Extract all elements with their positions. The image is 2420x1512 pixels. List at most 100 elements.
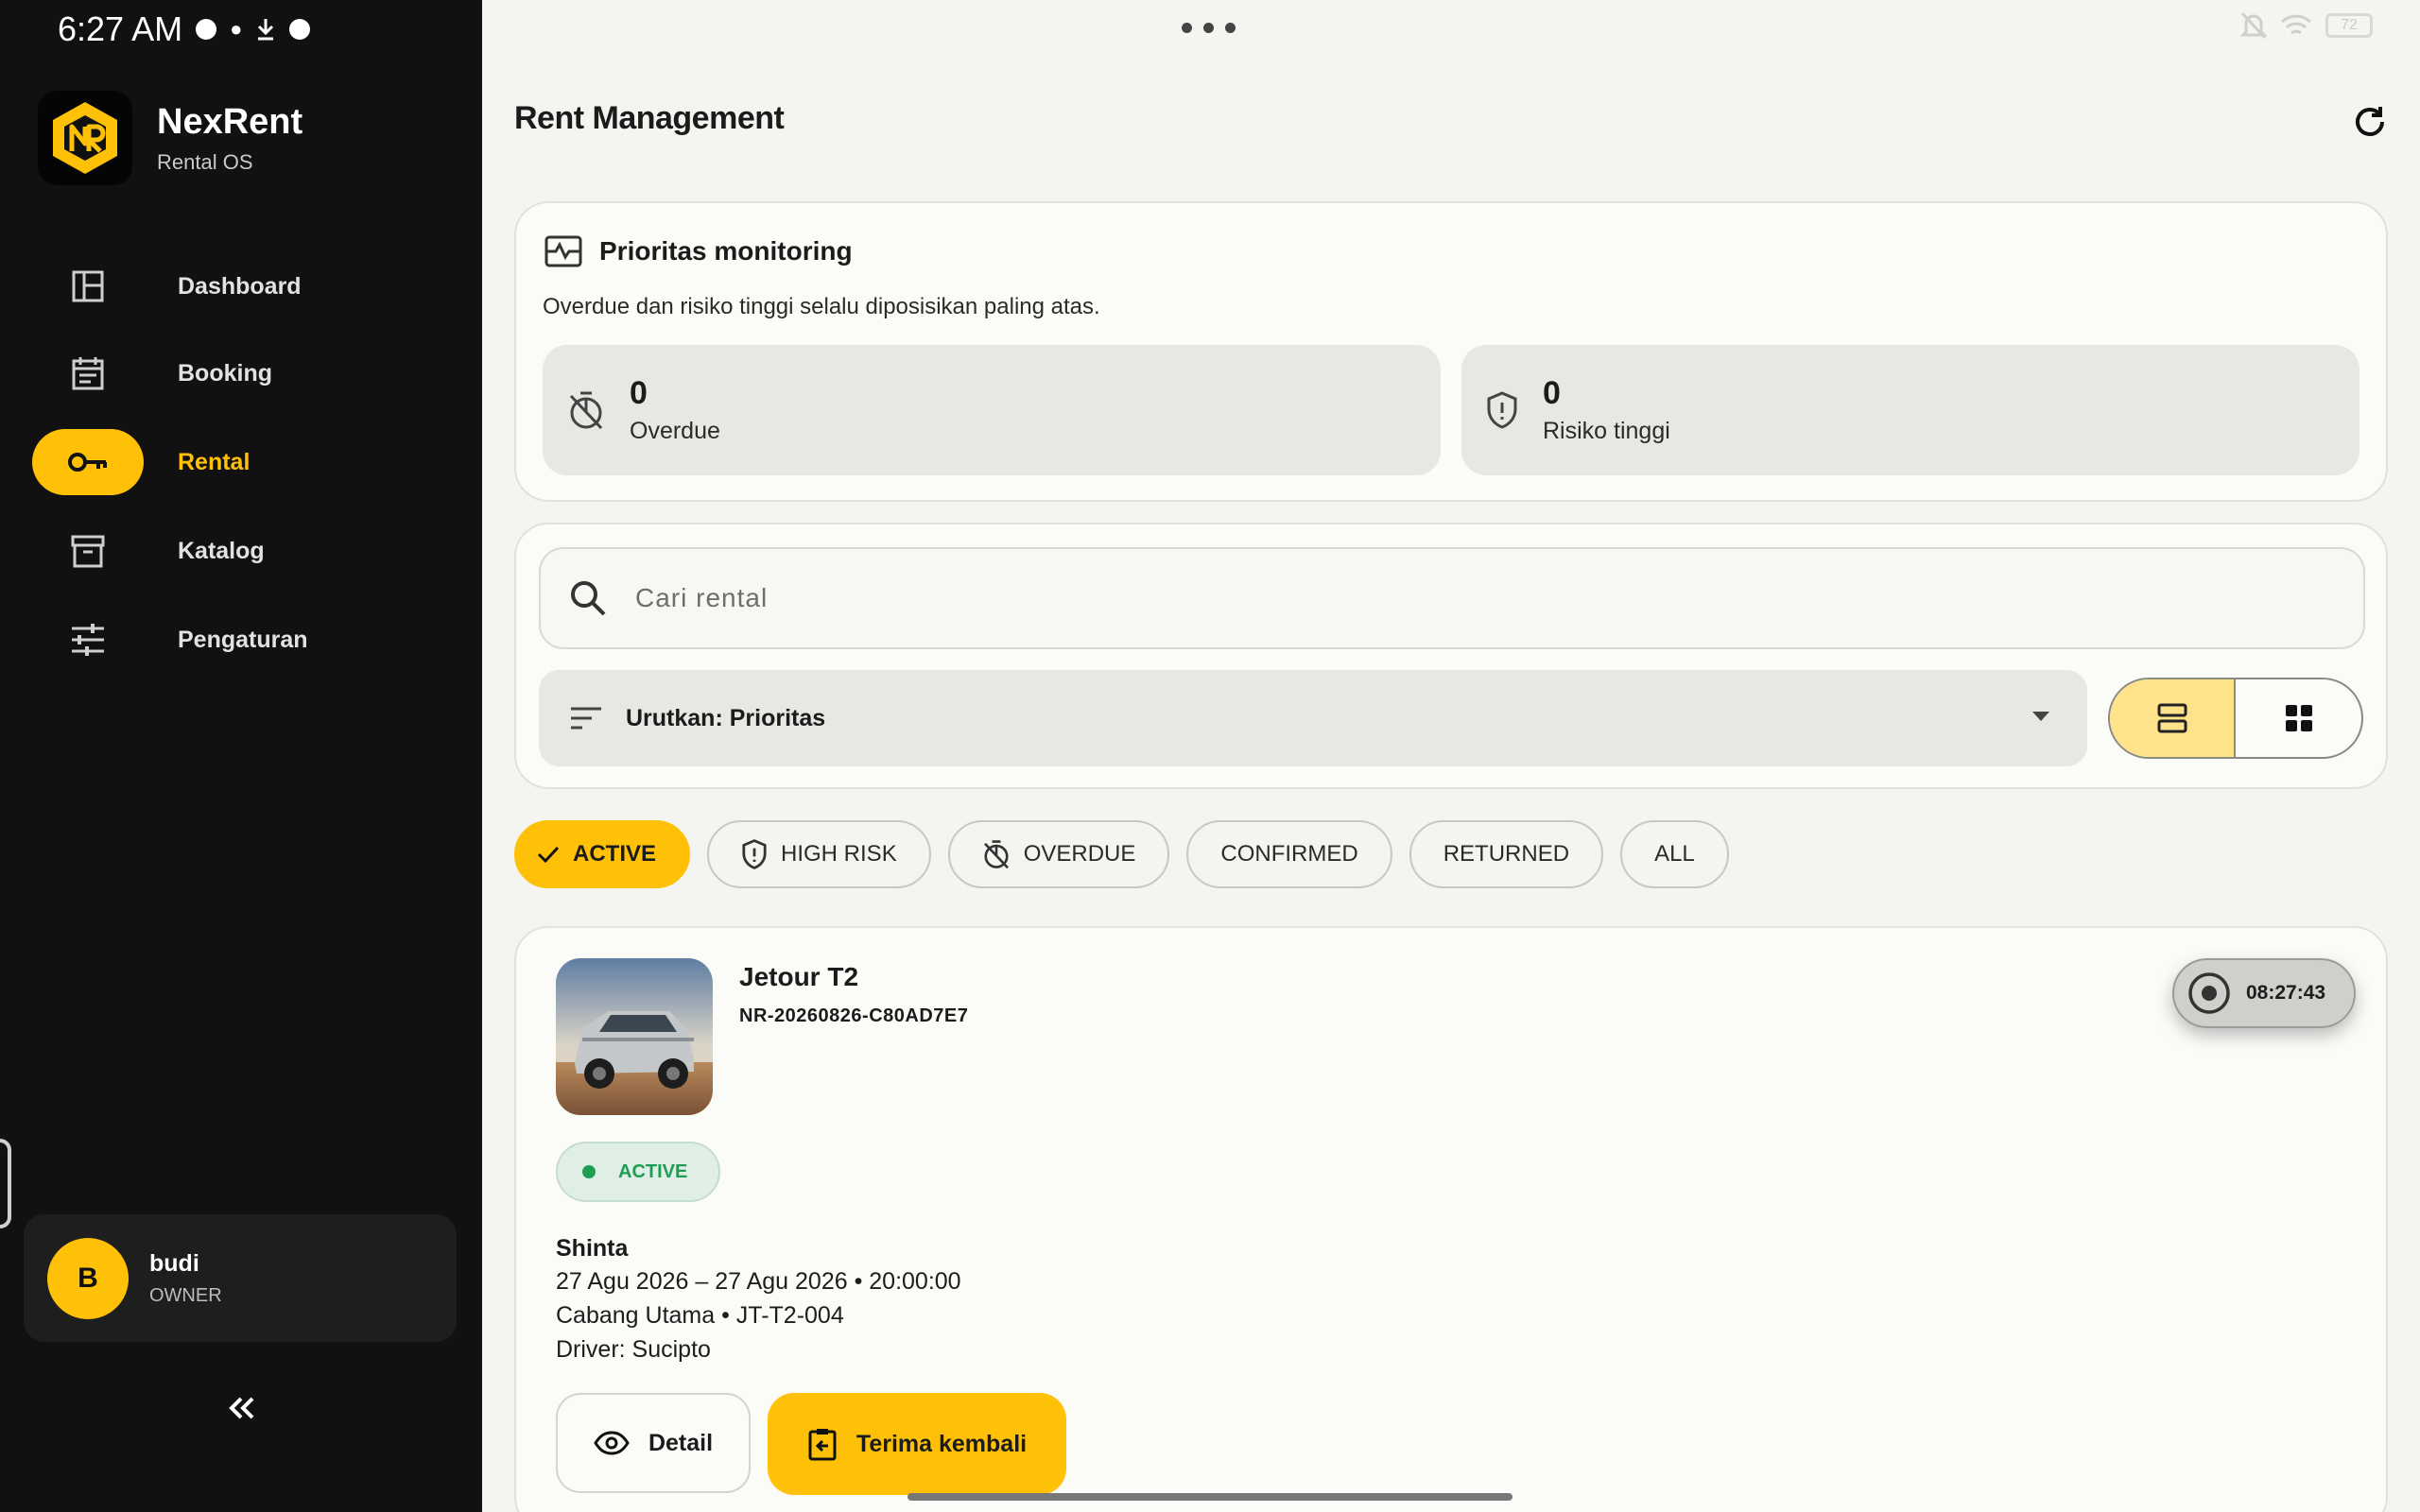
high-risk-stat[interactable]: 0 Risiko tinggi [1461, 345, 2360, 475]
filter-chip-returned[interactable]: RETURNED [1409, 820, 1604, 888]
filter-chip-high-risk[interactable]: HIGH RISK [707, 820, 931, 888]
calendar-icon [32, 340, 144, 406]
list-view-icon [2157, 703, 2187, 733]
sidebar: 6:27 AM ● NexRent Rental OS Dashboard Bo… [0, 0, 482, 1512]
priority-title: Prioritas monitoring [599, 236, 853, 266]
sort-dropdown[interactable]: Urutkan: Prioritas [539, 670, 2087, 766]
chip-label: HIGH RISK [781, 841, 897, 867]
status-bar-left: 6:27 AM ● [58, 9, 311, 49]
priority-description: Overdue dan risiko tinggi selalu diposis… [543, 294, 1100, 319]
status-time: 6:27 AM [58, 9, 183, 48]
sidebar-item-label: Katalog [178, 537, 265, 564]
user-card[interactable]: B budi OWNER [24, 1214, 457, 1342]
user-role: OWNER [149, 1284, 222, 1306]
chevron-down-icon [2032, 712, 2049, 721]
sidebar-item-katalog[interactable]: Katalog [32, 518, 448, 584]
rental-timer[interactable]: 08:27:43 [2172, 958, 2356, 1028]
sidebar-item-label: Dashboard [178, 272, 302, 300]
detail-button[interactable]: Detail [556, 1393, 751, 1493]
brand-subtitle: Rental OS [157, 149, 253, 174]
status-text: ACTIVE [618, 1160, 688, 1182]
avatar: B [47, 1237, 129, 1319]
timer-value: 08:27:43 [2246, 982, 2326, 1004]
overdue-stat[interactable]: 0 Overdue [543, 345, 1441, 475]
sidebar-item-dashboard[interactable]: Dashboard [32, 253, 448, 319]
chip-label: OVERDUE [1023, 841, 1136, 867]
filter-chip-all[interactable]: ALL [1620, 820, 1729, 888]
refresh-button[interactable] [2346, 98, 2394, 146]
clipboard-return-icon [808, 1429, 837, 1461]
check-icon [537, 846, 560, 864]
car-thumbnail [556, 958, 713, 1115]
eye-icon [594, 1431, 630, 1455]
search-icon [571, 581, 606, 616]
renter-name: Shinta [556, 1235, 629, 1262]
filter-chip-active[interactable]: ACTIVE [514, 820, 691, 888]
sidebar-item-pengaturan[interactable]: Pengaturan [32, 607, 448, 673]
user-name: budi [149, 1249, 199, 1277]
status-dot-icon [289, 19, 311, 40]
key-icon [32, 429, 144, 495]
shield-alert-icon [1487, 391, 1517, 429]
brand-name: NexRent [157, 101, 303, 142]
priority-monitoring-card: Prioritas monitoring Overdue dan risiko … [514, 201, 2388, 502]
shield-alert-icon [742, 839, 767, 869]
home-indicator[interactable] [908, 1493, 1512, 1501]
battery-icon: 72 [2325, 13, 2373, 38]
bell-off-icon [2240, 11, 2267, 40]
monitor-heart-icon [544, 235, 582, 267]
sidebar-item-booking[interactable]: Booking [32, 340, 448, 406]
record-icon [2188, 972, 2230, 1014]
search-sort-card: Urutkan: Prioritas [514, 523, 2388, 789]
filter-chip-confirmed[interactable]: CONFIRMED [1186, 820, 1392, 888]
sidebar-item-rental[interactable]: Rental [32, 429, 448, 495]
timer-off-icon [983, 840, 1009, 869]
rental-driver: Driver: Sucipto [556, 1336, 711, 1363]
chip-label: ACTIVE [573, 841, 657, 867]
rental-period: 27 Agu 2026 – 27 Agu 2026 • 20:00:00 [556, 1268, 961, 1295]
search-box[interactable] [539, 547, 2365, 649]
sort-label: Urutkan: Prioritas [626, 704, 826, 731]
overdue-count: 0 [630, 375, 648, 411]
car-name: Jetour T2 [739, 962, 859, 991]
status-badge: ACTIVE [556, 1142, 720, 1202]
receive-return-button[interactable]: Terima kembali [768, 1393, 1066, 1495]
grid-view-button[interactable] [2236, 679, 2361, 757]
window-menu-dots-icon[interactable] [1182, 23, 1236, 33]
view-toggle [2108, 678, 2363, 759]
status-bar-right: 72 [2240, 11, 2373, 40]
refresh-icon [2356, 107, 2384, 136]
high-risk-count: 0 [1543, 375, 1561, 411]
edge-handle[interactable] [0, 1139, 11, 1228]
sidebar-item-label: Rental [178, 448, 251, 475]
status-dot-icon [582, 1165, 596, 1178]
list-view-button[interactable] [2110, 679, 2236, 757]
notification-dot-icon [196, 19, 217, 40]
sidebar-item-label: Pengaturan [178, 626, 308, 653]
return-label: Terima kembali [856, 1430, 1028, 1457]
wifi-icon [2280, 14, 2312, 35]
filter-chips: ACTIVE HIGH RISK OVERDUE CONFIRMED RETUR… [514, 820, 1729, 888]
sort-icon [571, 707, 601, 730]
page-title: Rent Management [514, 100, 785, 136]
sidebar-item-label: Booking [178, 359, 272, 387]
brand: NexRent Rental OS [38, 91, 302, 185]
grid-view-icon [2285, 705, 2312, 731]
collapse-sidebar-button[interactable] [214, 1384, 270, 1432]
double-chevron-left-icon [229, 1397, 254, 1419]
rental-code: NR-20260826-C80AD7E7 [739, 1005, 969, 1026]
dashboard-icon [32, 253, 144, 319]
detail-label: Detail [648, 1429, 714, 1456]
chip-label: CONFIRMED [1220, 841, 1358, 867]
filter-chip-overdue[interactable]: OVERDUE [947, 820, 1170, 888]
overdue-label: Overdue [630, 418, 720, 444]
download-icon [258, 19, 274, 41]
app-notification-icon: ● [230, 17, 243, 41]
timer-off-icon [569, 391, 603, 430]
rental-card[interactable]: Jetour T2 NR-20260826-C80AD7E7 08:27:43 … [514, 926, 2388, 1512]
search-input[interactable] [635, 583, 2242, 613]
sliders-icon [32, 607, 144, 673]
chip-label: RETURNED [1443, 841, 1570, 867]
main-content: 72 Rent Management Prioritas monitoring … [482, 0, 2420, 1512]
high-risk-label: Risiko tinggi [1543, 418, 1670, 444]
